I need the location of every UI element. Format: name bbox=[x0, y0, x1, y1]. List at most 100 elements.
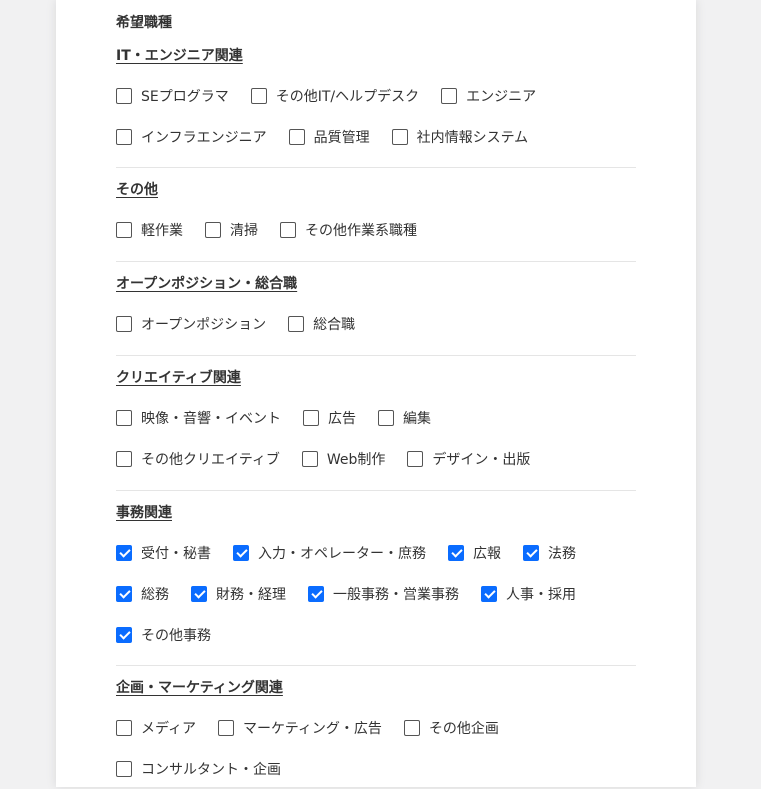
checkbox-unchecked[interactable] bbox=[288, 128, 305, 145]
checkbox-checked[interactable] bbox=[191, 585, 207, 602]
section-creative: クリエイティブ関連映像・音響・イベント 広告 編集その他クリエイティブ Web制作 デザ… bbox=[116, 368, 636, 479]
checkbox-option[interactable]: 法務 bbox=[523, 543, 576, 563]
checkbox-label: 映像・音響・イベント bbox=[141, 410, 281, 427]
checkbox-option[interactable]: 清掃 bbox=[205, 220, 258, 240]
checkbox-label: SEプログラマ bbox=[141, 88, 229, 105]
checkbox-option[interactable]: 映像・音響・イベント bbox=[116, 408, 281, 428]
checkbox-option[interactable]: 広告 bbox=[303, 408, 356, 428]
checkbox-option[interactable]: Web制作 bbox=[301, 449, 386, 469]
checkbox-unchecked[interactable] bbox=[116, 409, 132, 426]
checkbox-checked[interactable] bbox=[116, 626, 132, 643]
checkbox-unchecked[interactable] bbox=[116, 450, 132, 467]
checkbox-label: 広告 bbox=[328, 410, 356, 427]
section-divider bbox=[116, 355, 636, 356]
checkbox-option[interactable]: 人事・採用 bbox=[481, 584, 576, 604]
checkbox-unchecked[interactable] bbox=[116, 719, 132, 736]
checkbox-unchecked[interactable] bbox=[378, 409, 394, 426]
checkbox-label: 編集 bbox=[403, 410, 431, 427]
checkbox-label: 法務 bbox=[548, 545, 576, 562]
checkbox-option[interactable]: 受付・秘書 bbox=[116, 543, 211, 563]
checkbox-row: メディア マーケティング・広告 その他企画 bbox=[116, 707, 636, 748]
checkbox-unchecked[interactable] bbox=[250, 87, 267, 104]
checkbox-checked[interactable] bbox=[308, 585, 324, 602]
checkbox-unchecked[interactable] bbox=[288, 315, 305, 332]
checkbox-label: 一般事務・営業事務 bbox=[333, 586, 459, 603]
checkbox-label: マーケティング・広告 bbox=[243, 720, 382, 737]
checkbox-label: その他企画 bbox=[428, 720, 499, 737]
checkbox-checked[interactable] bbox=[481, 585, 497, 602]
section-divider bbox=[116, 665, 636, 666]
checkbox-unchecked[interactable] bbox=[301, 450, 318, 467]
checkbox-label: 人事・採用 bbox=[506, 586, 576, 603]
checkbox-checked[interactable] bbox=[116, 585, 132, 602]
checkbox-row: その他事務 bbox=[116, 614, 636, 655]
checkbox-row: インフラエンジニア 品質管理 社内情報システム bbox=[116, 116, 636, 157]
section-heading: オープンポジション・総合職 bbox=[116, 276, 298, 292]
checkbox-option[interactable]: メディア bbox=[116, 718, 196, 738]
checkbox-unchecked[interactable] bbox=[303, 409, 319, 426]
checkbox-label: Web制作 bbox=[326, 451, 386, 468]
checkbox-option[interactable]: SEプログラマ bbox=[116, 86, 229, 106]
checkbox-label: その他クリエイティブ bbox=[141, 451, 280, 468]
section-heading: クリエイティブ関連 bbox=[116, 370, 241, 386]
checkbox-unchecked[interactable] bbox=[116, 128, 132, 145]
checkbox-unchecked[interactable] bbox=[205, 221, 221, 238]
checkbox-row: オープンポジション 総合職 bbox=[116, 303, 636, 344]
checkbox-option[interactable]: 財務・経理 bbox=[191, 584, 286, 604]
checkbox-option[interactable]: 総務 bbox=[116, 584, 169, 604]
checkbox-checked[interactable] bbox=[523, 544, 539, 561]
section-heading: 企画・マーケティング関連 bbox=[116, 680, 283, 696]
checkbox-unchecked[interactable] bbox=[403, 719, 420, 736]
section-other: その他軽作業 清掃 その他作業系職種 bbox=[116, 180, 636, 250]
checkbox-option[interactable]: オープンポジション bbox=[116, 314, 266, 334]
checkbox-option[interactable]: その他企画 bbox=[403, 718, 499, 738]
checkbox-option[interactable]: 入力・オペレーター・庶務 bbox=[233, 543, 426, 563]
checkbox-option[interactable]: エンジニア bbox=[441, 86, 536, 106]
checkbox-option[interactable]: 総合職 bbox=[288, 314, 355, 334]
checkbox-label: 広報 bbox=[473, 545, 501, 562]
checkbox-label: 総務 bbox=[141, 586, 169, 603]
section-divider bbox=[116, 490, 636, 491]
checkbox-unchecked[interactable] bbox=[218, 719, 235, 736]
checkbox-label: 品質管理 bbox=[313, 129, 370, 146]
checkbox-unchecked[interactable] bbox=[116, 221, 132, 238]
checkbox-option[interactable]: 一般事務・営業事務 bbox=[308, 584, 459, 604]
checkbox-option[interactable]: その他クリエイティブ bbox=[116, 449, 280, 469]
checkbox-option[interactable]: その他作業系職種 bbox=[280, 220, 417, 240]
checkbox-option[interactable]: 社内情報システム bbox=[391, 127, 528, 147]
section-it-engineer: IT・エンジニア関連 SEプログラマ その他IT/ヘルプデスク エンジニア インフラエン… bbox=[116, 46, 636, 157]
checkbox-unchecked[interactable] bbox=[407, 450, 424, 467]
checkbox-option[interactable]: 軽作業 bbox=[116, 220, 183, 240]
checkbox-row: コンサルタント・企画 bbox=[116, 748, 636, 789]
section-open-position: オープンポジション・総合職オープンポジション 総合職 bbox=[116, 274, 636, 344]
checkbox-row: SEプログラマ その他IT/ヘルプデスク エンジニア bbox=[116, 75, 636, 116]
checkbox-option[interactable]: 編集 bbox=[378, 408, 431, 428]
checkbox-option[interactable]: その他事務 bbox=[116, 625, 211, 645]
checkbox-label: その他作業系職種 bbox=[305, 222, 417, 239]
checkbox-unchecked[interactable] bbox=[441, 87, 458, 104]
section-heading: その他 bbox=[116, 182, 158, 198]
checkbox-option[interactable]: 品質管理 bbox=[288, 127, 370, 147]
section-divider bbox=[116, 261, 636, 262]
checkbox-label: デザイン・出版 bbox=[432, 451, 531, 468]
checkbox-checked[interactable] bbox=[448, 544, 464, 561]
checkbox-unchecked[interactable] bbox=[116, 760, 132, 777]
checkbox-option[interactable]: その他IT/ヘルプデスク bbox=[250, 86, 419, 106]
checkbox-option[interactable]: インフラエンジニア bbox=[116, 127, 267, 147]
section-heading: 事務関連 bbox=[116, 505, 172, 521]
checkbox-label: コンサルタント・企画 bbox=[141, 761, 281, 778]
checkbox-checked[interactable] bbox=[116, 544, 132, 561]
checkbox-label: エンジニア bbox=[466, 88, 537, 105]
checkbox-unchecked[interactable] bbox=[116, 315, 132, 332]
checkbox-option[interactable]: マーケティング・広告 bbox=[218, 718, 382, 738]
checkbox-option[interactable]: デザイン・出版 bbox=[407, 449, 530, 469]
checkbox-unchecked[interactable] bbox=[280, 221, 296, 238]
checkbox-checked[interactable] bbox=[233, 544, 249, 561]
checkbox-option[interactable]: コンサルタント・企画 bbox=[116, 759, 281, 779]
section-divider bbox=[116, 167, 636, 168]
section-planning-marketing: 企画・マーケティング関連メディア マーケティング・広告 その他企画コンサルタント・企… bbox=[116, 678, 636, 789]
checkbox-unchecked[interactable] bbox=[391, 128, 408, 145]
checkbox-option[interactable]: 広報 bbox=[448, 543, 501, 563]
checkbox-row: その他クリエイティブ Web制作 デザイン・出版 bbox=[116, 438, 636, 479]
checkbox-unchecked[interactable] bbox=[116, 87, 132, 104]
